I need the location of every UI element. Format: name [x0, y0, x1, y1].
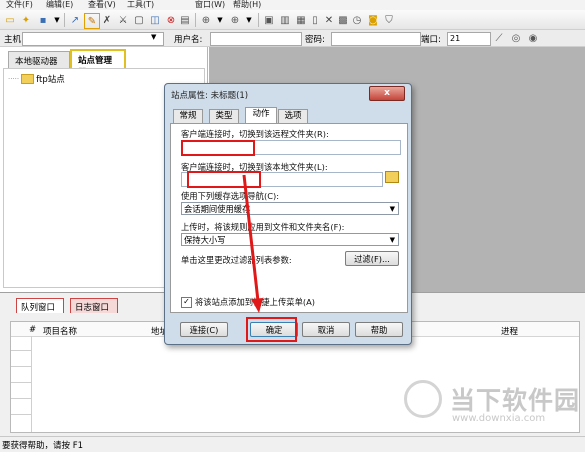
annotation-arrow: [242, 174, 263, 313]
